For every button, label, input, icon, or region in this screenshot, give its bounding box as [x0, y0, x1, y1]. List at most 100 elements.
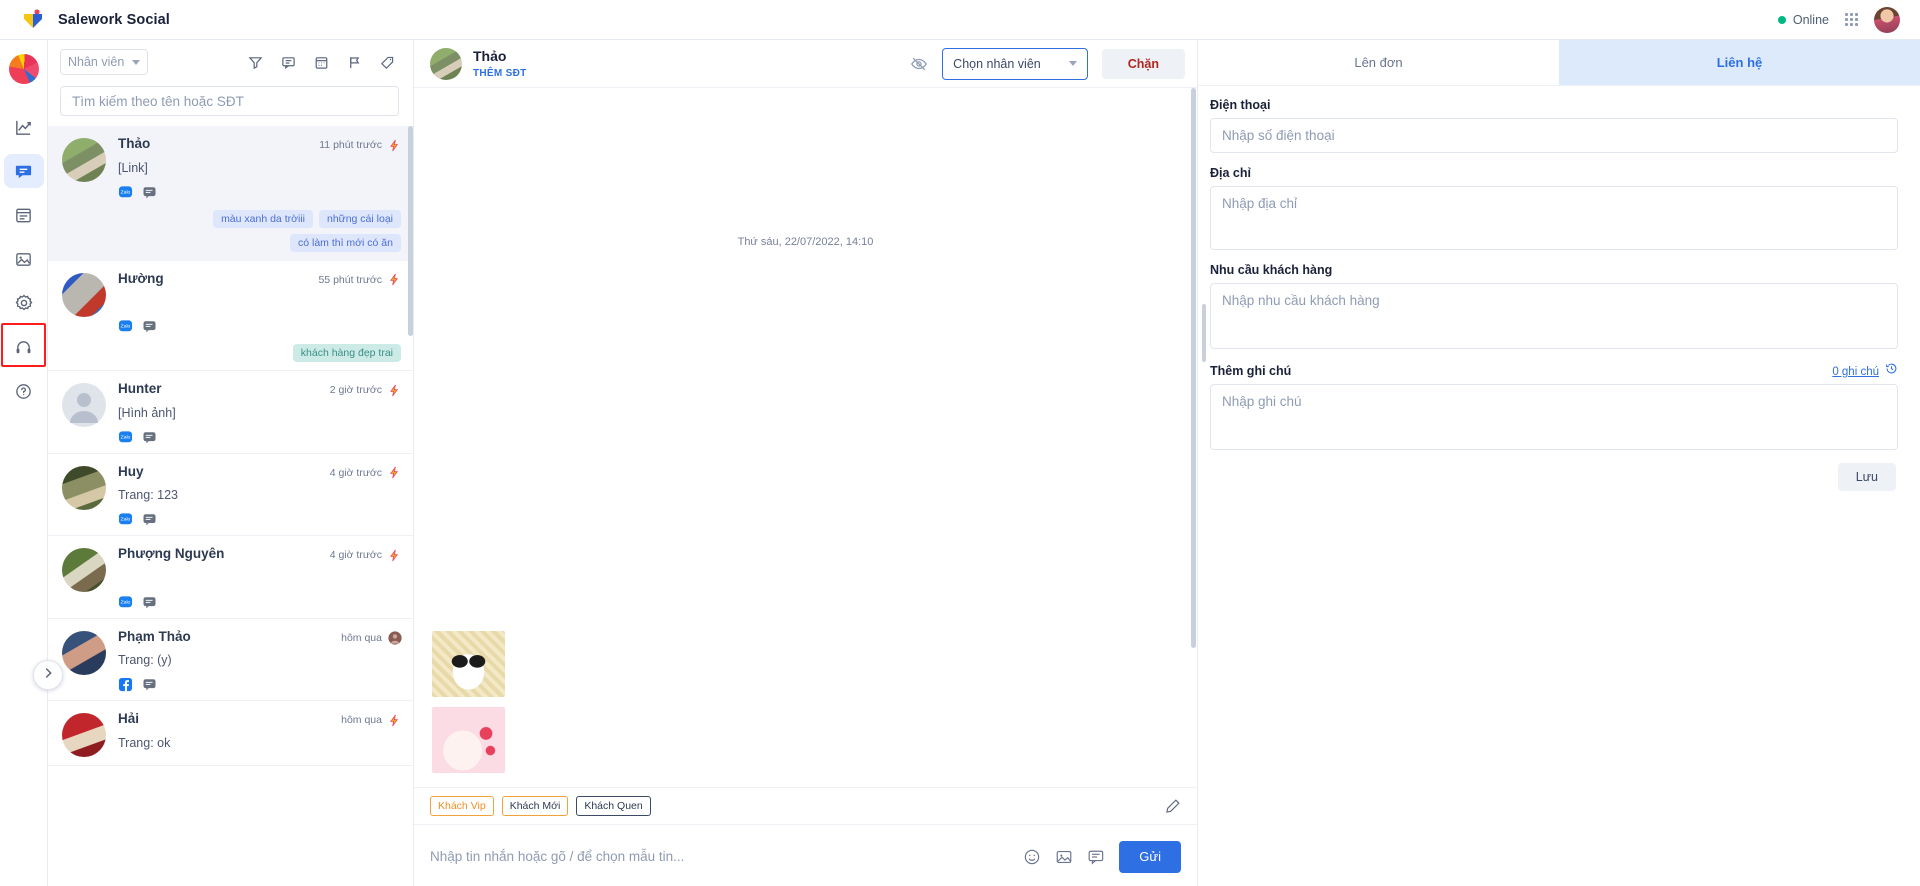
conversation-meta: 4 giờ trước: [330, 549, 401, 562]
phone-field[interactable]: Nhập số điện thoại: [1210, 118, 1898, 153]
need-field-label: Nhu cầu khách hàng: [1210, 263, 1333, 277]
rail-item-help[interactable]: [4, 374, 44, 408]
zalo-icon: Zalo: [118, 595, 133, 610]
sticker-cat-praying[interactable]: [432, 631, 505, 697]
conversation-list-column: Nhân viên Tìm kiếm theo tên hoặc SĐT Thả…: [48, 40, 414, 886]
conversation-scrollbar[interactable]: [408, 126, 413, 336]
tag-chip[interactable]: những cái loại: [319, 209, 401, 228]
conversation-snippet: [Link]: [118, 160, 148, 175]
conversation-snippet: Trang: 123: [118, 488, 178, 502]
chat-header-actions: Chọn nhân viên Chặn: [910, 47, 1185, 80]
eye-off-icon[interactable]: [910, 55, 928, 73]
message-thread[interactable]: Thứ sáu, 22/07/2022, 14:10: [414, 88, 1197, 787]
employee-filter-select[interactable]: Nhân viên: [60, 49, 148, 75]
quick-tag-vip[interactable]: Khách Vip: [430, 796, 494, 816]
note-scrollbar[interactable]: [1202, 304, 1206, 362]
gear-settings-icon: [14, 293, 34, 313]
quick-tag-new[interactable]: Khách Mới: [501, 796, 569, 816]
user-avatar[interactable]: [1874, 6, 1900, 33]
tab-order[interactable]: Lên đơn: [1198, 40, 1559, 85]
message-input[interactable]: Nhập tin nhắn hoặc gõ / để chọn mẫu tin.…: [430, 849, 1009, 864]
conversation-channel-icons: Zalo: [118, 512, 401, 527]
chat-column: Thảo THÊM SĐT Chọn nhân viên Chặn Thứ sá…: [414, 40, 1198, 886]
avatar: [62, 465, 106, 510]
conversation-time: hôm qua: [341, 714, 382, 726]
filter-icon[interactable]: [248, 55, 263, 70]
list-item[interactable]: Thảo 11 phút trước [Link] Zalo màu xanh …: [48, 126, 413, 261]
tab-contact[interactable]: Liên hệ: [1559, 40, 1920, 85]
online-status-label: Online: [1792, 12, 1829, 27]
flag-icon[interactable]: [347, 55, 362, 70]
rail-item-support[interactable]: [4, 330, 44, 364]
tag-chip[interactable]: có làm thì mới có ăn: [289, 233, 401, 252]
note-count-link[interactable]: 0 ghi chú: [1832, 366, 1879, 378]
rail-item-settings[interactable]: [4, 286, 44, 320]
avatar: [62, 138, 106, 182]
date-divider: Thứ sáu, 22/07/2022, 14:10: [737, 236, 874, 248]
svg-text:Zalo: Zalo: [121, 434, 131, 440]
lightning-bolt-icon: [388, 139, 401, 152]
history-clock-icon[interactable]: [1885, 362, 1898, 375]
tag-chip[interactable]: màu xanh da trờiii: [213, 209, 313, 228]
tag-icon[interactable]: [380, 55, 395, 70]
rail-item-analytics[interactable]: [4, 110, 44, 144]
calendar-icon[interactable]: [314, 55, 329, 70]
conversation-toolbar: Nhân viên: [48, 40, 413, 84]
conversation-snippet: [118, 295, 401, 310]
pencil-edit-icon[interactable]: [1165, 798, 1181, 814]
list-item[interactable]: Hải hôm qua Trang: ok: [48, 701, 413, 766]
rail-expand-button[interactable]: [33, 660, 63, 690]
staff-select[interactable]: Chọn nhân viên: [942, 47, 1088, 80]
message-template-icon[interactable]: [1087, 848, 1105, 866]
comment-icon[interactable]: [281, 55, 296, 70]
add-phone-link[interactable]: THÊM SĐT: [473, 68, 527, 79]
conversation-name: Thảo: [118, 136, 151, 151]
chat-contact-info: Thảo THÊM SĐT: [473, 48, 527, 78]
left-rail: [0, 40, 63, 886]
grid-apps-icon[interactable]: [1845, 13, 1858, 26]
emoji-icon[interactable]: [1023, 848, 1041, 866]
list-item[interactable]: Phạm Thảo hôm qua Trang: (y): [48, 619, 413, 701]
image-gallery-icon: [14, 250, 33, 269]
quick-tag-regular[interactable]: Khách Quen: [576, 796, 651, 816]
online-status[interactable]: Online: [1777, 12, 1829, 27]
conversation-snippet: [118, 571, 401, 586]
save-button[interactable]: Lưu: [1837, 463, 1896, 491]
rail-item-gallery[interactable]: [4, 242, 44, 276]
customer-need-field[interactable]: Nhập nhu cầu khách hàng: [1210, 283, 1898, 349]
rail-workspace-avatar[interactable]: [8, 54, 39, 84]
conversation-snippet: [Hình ảnh]: [118, 405, 176, 420]
address-field-label: Địa chỉ: [1210, 166, 1251, 180]
list-item[interactable]: Huy 4 giờ trước Trang: 123 Zalo: [48, 454, 413, 536]
conversation-toolbar-icons: [248, 55, 399, 70]
save-row: Lưu: [1210, 463, 1898, 491]
conversation-content: Huy 4 giờ trước Trang: 123 Zalo: [118, 464, 401, 528]
headset-support-icon: [14, 338, 33, 357]
list-item[interactable]: Phượng Nguyên 4 giờ trước Zalo: [48, 536, 413, 619]
chat-icon: [142, 512, 157, 527]
contact-badge-icon: [388, 631, 402, 645]
conversation-channel-icons: Zalo: [118, 430, 401, 445]
search-input[interactable]: Tìm kiếm theo tên hoặc SĐT: [60, 86, 399, 116]
zalo-icon: Zalo: [118, 430, 133, 445]
conversation-scroll-area[interactable]: Thảo 11 phút trước [Link] Zalo màu xanh …: [48, 126, 413, 886]
send-button[interactable]: Gửi: [1119, 840, 1181, 873]
list-item[interactable]: Hunter 2 giờ trước [Hình ảnh] Zalo: [48, 371, 413, 454]
note-field[interactable]: Nhập ghi chú: [1210, 384, 1898, 450]
rail-item-orders[interactable]: [4, 198, 44, 232]
right-panel-tabs: Lên đơn Liên hệ: [1198, 40, 1920, 86]
image-attach-icon[interactable]: [1055, 848, 1073, 866]
chat-icon: [142, 185, 157, 200]
sticker-cat-hearts[interactable]: [432, 707, 505, 773]
svg-text:Zalo: Zalo: [121, 516, 131, 522]
question-help-icon: [14, 382, 33, 401]
block-button[interactable]: Chặn: [1101, 48, 1185, 79]
list-item[interactable]: Hường 55 phút trước Zalo khách hàng đẹp …: [48, 261, 413, 371]
avatar: [62, 713, 106, 757]
contact-form: Điện thoại Nhập số điện thoại Địa chỉ Nh…: [1198, 86, 1920, 886]
thread-scrollbar[interactable]: [1191, 88, 1196, 648]
tag-chip[interactable]: khách hàng đẹp trai: [292, 344, 401, 362]
address-field[interactable]: Nhập địa chỉ: [1210, 186, 1898, 250]
conversation-meta: 55 phút trước: [318, 273, 401, 286]
rail-item-chat[interactable]: [3, 154, 44, 188]
